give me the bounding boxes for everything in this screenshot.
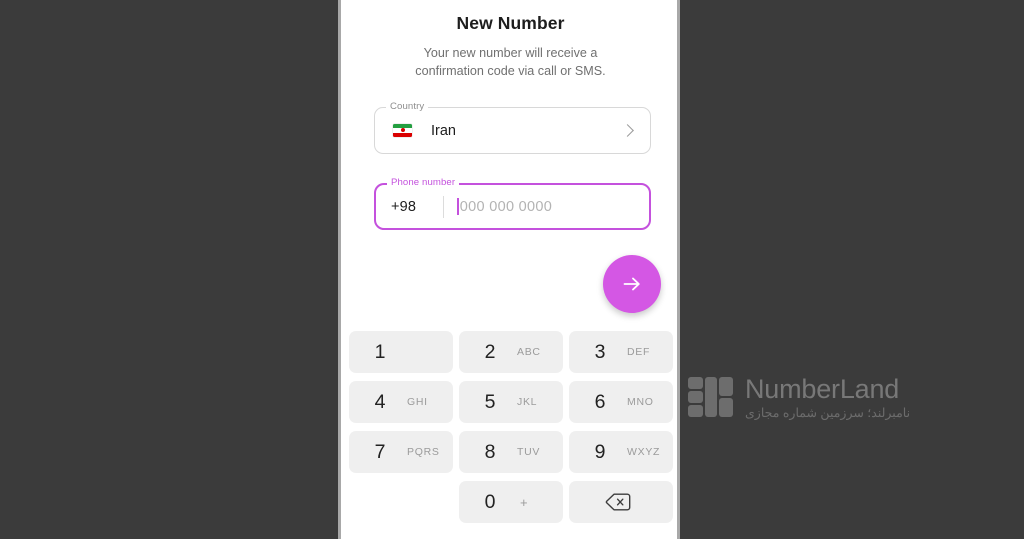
brand-wordmark: NumberLand <box>745 374 900 404</box>
key-0-digit: 0 <box>484 490 496 513</box>
phone-number-field[interactable]: Phone number +98 000 000 0000 <box>374 177 651 230</box>
key-2-digit: 2 <box>484 340 496 363</box>
text-caret <box>457 198 459 215</box>
key-blank <box>349 481 453 523</box>
page-title: New Number <box>456 13 565 33</box>
key-6[interactable]: 6 MNO <box>569 381 673 423</box>
key-3-digit: 3 <box>594 340 606 363</box>
key-5[interactable]: 5 JKL <box>459 381 563 423</box>
key-backspace[interactable] <box>569 481 673 523</box>
key-1[interactable]: 1 <box>349 331 453 373</box>
phone-field-label: Phone number <box>387 177 460 189</box>
arrow-right-icon <box>623 277 640 291</box>
field-divider <box>443 195 445 218</box>
next-button[interactable] <box>603 255 661 313</box>
backspace-icon <box>605 493 631 511</box>
key-3-letters: DEF <box>627 346 651 358</box>
page-subtitle: Your new number will receive a confirmat… <box>415 46 606 78</box>
country-field-label: Country <box>386 101 429 113</box>
iran-flag-icon <box>393 124 412 137</box>
key-9[interactable]: 9 WXYZ <box>569 431 673 473</box>
country-selector-field[interactable]: Country Iran <box>374 101 651 154</box>
key-0-letters: + <box>520 494 529 510</box>
key-7[interactable]: 7 PQRS <box>349 431 453 473</box>
dial-code-prefix: +98 <box>391 198 417 215</box>
panel-right-edge <box>677 0 680 539</box>
phone-number-input[interactable]: 000 000 0000 <box>460 199 552 215</box>
key-0[interactable]: 0 + <box>459 481 563 523</box>
brand-subtitle: نامبرلند؛ سرزمین شماره مجازی <box>745 406 911 420</box>
key-4-digit: 4 <box>374 390 386 413</box>
numberland-logo-icon <box>688 375 734 420</box>
key-6-digit: 6 <box>594 390 606 413</box>
key-4-letters: GHI <box>407 396 428 408</box>
key-9-digit: 9 <box>594 440 606 463</box>
key-9-letters: WXYZ <box>627 446 661 458</box>
key-2-letters: ABC <box>517 346 541 358</box>
key-7-letters: PQRS <box>407 446 440 458</box>
key-5-letters: JKL <box>517 396 538 408</box>
key-4[interactable]: 4 GHI <box>349 381 453 423</box>
key-6-letters: MNO <box>627 396 654 408</box>
key-8-digit: 8 <box>484 440 496 463</box>
numberland-watermark: NumberLand نامبرلند؛ سرزمین شماره مجازی <box>688 374 910 421</box>
country-value: Iran <box>431 122 456 139</box>
key-1-digit: 1 <box>374 340 386 363</box>
key-5-digit: 5 <box>484 390 496 413</box>
chevron-right-icon[interactable] <box>621 124 634 137</box>
phone-screen-panel: New Number Your new number will receive … <box>341 0 680 539</box>
panel-left-edge <box>338 0 341 539</box>
key-7-digit: 7 <box>374 440 386 463</box>
numeric-keypad: 1 2 ABC 3 DEF 4 GHI 5 JKL 6 MNO 7 PQRS 8 TUV 9 WXYZ 0 + <box>349 331 673 523</box>
key-8-letters: TUV <box>517 446 541 458</box>
key-2[interactable]: 2 ABC <box>459 331 563 373</box>
key-3[interactable]: 3 DEF <box>569 331 673 373</box>
key-8[interactable]: 8 TUV <box>459 431 563 473</box>
